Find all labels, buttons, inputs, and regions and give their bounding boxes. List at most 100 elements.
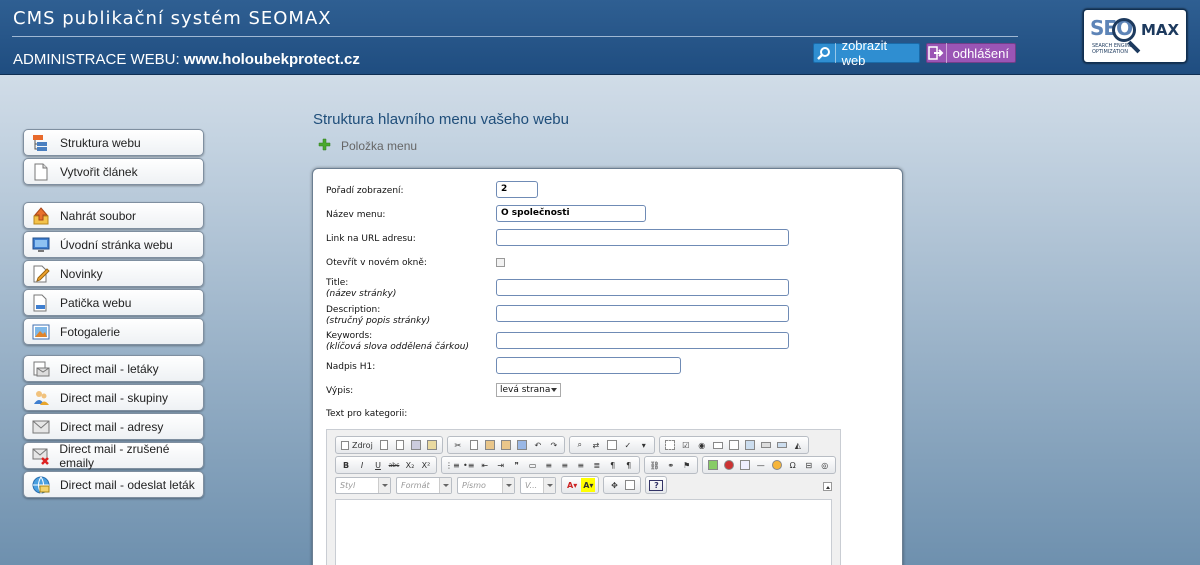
menu-name-field[interactable]: O společnosti (496, 205, 646, 222)
button-field-icon[interactable] (759, 438, 773, 452)
sidebar-item-footer[interactable]: Patička webu (23, 289, 204, 316)
checkbox-icon[interactable]: ☑ (679, 438, 693, 452)
blockquote-icon[interactable]: ❞ (510, 458, 524, 472)
copy-icon[interactable] (467, 438, 481, 452)
align-justify-icon[interactable]: ≣ (590, 458, 604, 472)
replace-icon[interactable]: ⇄ (589, 438, 603, 452)
sidebar-item-create-article[interactable]: Vytvořit článek (23, 158, 204, 185)
sidebar-item-dm-cancelled[interactable]: Direct mail - zrušené emaily (23, 442, 204, 470)
horizontal-rule-icon[interactable]: — (754, 458, 768, 472)
outdent-icon[interactable]: ⇤ (478, 458, 492, 472)
listing-select[interactable]: levá strana (496, 383, 561, 397)
bulleted-list-icon[interactable]: •≡ (462, 458, 476, 472)
radio-icon[interactable]: ◉ (695, 438, 709, 452)
strike-button[interactable]: abc (387, 458, 401, 472)
iframe-icon[interactable]: ◎ (818, 458, 832, 472)
hidden-field-icon[interactable]: ◭ (791, 438, 805, 452)
select-all-icon[interactable] (605, 438, 619, 452)
special-char-icon[interactable]: Ω (786, 458, 800, 472)
source-button[interactable]: Zdroj (339, 438, 375, 452)
spellcheck-icon[interactable]: ✓ (621, 438, 635, 452)
bg-color-icon[interactable]: A▾ (581, 478, 596, 492)
sidebar-item-homepage[interactable]: Úvodní stránka webu (23, 231, 204, 258)
cut-icon[interactable]: ✂ (451, 438, 465, 452)
view-site-button[interactable]: zobrazit web (813, 38, 920, 68)
redo-icon[interactable]: ↷ (547, 438, 561, 452)
table-icon[interactable] (738, 458, 752, 472)
styles-combo[interactable]: Styl (335, 476, 391, 494)
link-icon[interactable]: ⛓ (648, 458, 662, 472)
anchor-icon[interactable]: ⚑ (680, 458, 694, 472)
h1-field[interactable] (496, 357, 681, 374)
numbered-list-icon[interactable]: ⋮≡ (445, 458, 460, 472)
editor-content-area[interactable] (335, 499, 832, 565)
paste-icon[interactable] (483, 438, 497, 452)
image-button-icon[interactable] (775, 438, 789, 452)
header-divider (12, 36, 1018, 37)
new-window-checkbox[interactable] (496, 258, 505, 267)
smiley-icon[interactable] (770, 458, 784, 472)
paste-text-icon[interactable] (499, 438, 513, 452)
sidebar-item-dm-groups[interactable]: Direct mail - skupiny (23, 384, 204, 411)
indent-icon[interactable]: ⇥ (494, 458, 508, 472)
sidebar-item-gallery[interactable]: Fotogalerie (23, 318, 204, 345)
size-combo[interactable]: V... (520, 476, 556, 494)
unlink-icon[interactable]: ⚭ (664, 458, 678, 472)
ltr-icon[interactable]: ¶ (606, 458, 620, 472)
category-text-label: Text pro kategorii: (326, 409, 408, 419)
image-icon[interactable] (706, 458, 720, 472)
new-page-icon[interactable] (377, 438, 391, 452)
text-color-icon[interactable]: A▾ (565, 478, 579, 492)
collapse-toolbar-button[interactable] (823, 482, 832, 491)
format-combo[interactable]: Formát (396, 476, 452, 494)
bold-button[interactable]: B (339, 458, 353, 472)
sidebar-item-dm-send[interactable]: Direct mail - odeslat leták (23, 471, 204, 498)
undo-icon[interactable]: ↶ (531, 438, 545, 452)
templates-icon[interactable] (425, 438, 439, 452)
print-icon[interactable] (409, 438, 423, 452)
rtl-icon[interactable]: ¶ (622, 458, 636, 472)
textfield-icon[interactable] (711, 438, 725, 452)
select-field-icon[interactable] (743, 438, 757, 452)
align-right-icon[interactable]: ≡ (574, 458, 588, 472)
font-combo[interactable]: Písmo (457, 476, 515, 494)
keywords-field[interactable] (496, 332, 789, 349)
align-center-icon[interactable]: ≡ (558, 458, 572, 472)
sidebar-item-news[interactable]: Novinky (23, 260, 204, 287)
sidebar-item-structure[interactable]: Struktura webu (23, 129, 204, 156)
logout-button[interactable]: odhlášení (926, 43, 1016, 63)
textarea-icon[interactable] (727, 438, 741, 452)
form-icon[interactable] (663, 438, 677, 452)
keywords-label: Keywords: (klíčová slova oddělená čárkou… (326, 331, 469, 353)
show-blocks-icon[interactable] (623, 478, 637, 492)
div-container-icon[interactable]: ▭ (526, 458, 540, 472)
flash-icon[interactable] (722, 458, 736, 472)
sidebar-item-dm-addresses[interactable]: Direct mail - adresy (23, 413, 204, 440)
align-left-icon[interactable]: ≡ (542, 458, 556, 472)
add-menu-item-button[interactable]: Položka menu (318, 138, 417, 153)
toolbar-group-tools: ✥ (603, 476, 642, 494)
sidebar-item-upload[interactable]: Nahrát soubor (23, 202, 204, 229)
description-field[interactable] (496, 305, 789, 322)
toolbar-group-paragraph: ⋮≡ •≡ ⇤ ⇥ ❞ ▭ ≡ ≡ ≡ ≣ ¶ ¶ (441, 456, 640, 474)
subscript-button[interactable]: X₂ (403, 458, 417, 472)
toolbar-group-about: ? (645, 476, 668, 494)
italic-button[interactable]: I (355, 458, 369, 472)
listing-select-value: levá strana (500, 385, 551, 395)
underline-button[interactable]: U (371, 458, 385, 472)
editor-toolbar-row-2: B I U abc X₂ X² ⋮≡ •≡ ⇤ ⇥ ❞ ▭ ≡ ≡ ≡ ≣ ¶ … (335, 456, 840, 474)
spellcheck-menu-icon[interactable]: ▾ (637, 438, 651, 452)
seomax-logo[interactable]: SEO MAX SEARCH ENGINE OPTIMIZATION (1083, 9, 1187, 63)
title-field[interactable] (496, 279, 789, 296)
find-icon[interactable]: ⌕ (573, 438, 587, 452)
help-button[interactable]: ? (649, 479, 664, 491)
document-icon (30, 161, 52, 183)
superscript-button[interactable]: X² (419, 458, 433, 472)
url-field[interactable] (496, 229, 789, 246)
page-break-icon[interactable]: ⊟ (802, 458, 816, 472)
sidebar-item-dm-flyers[interactable]: Direct mail - letáky (23, 355, 204, 382)
maximize-icon[interactable]: ✥ (607, 478, 621, 492)
paste-word-icon[interactable] (515, 438, 529, 452)
preview-icon[interactable] (393, 438, 407, 452)
order-field[interactable]: 2 (496, 181, 538, 198)
